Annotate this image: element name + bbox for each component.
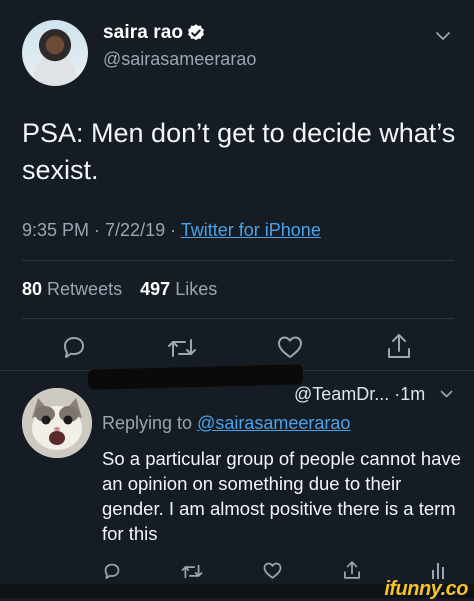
divider (22, 318, 454, 319)
replying-prefix: Replying to (102, 413, 198, 433)
tweet-meta: 9:35 PM · 7/22/19 · Twitter for iPhone (22, 220, 321, 241)
chevron-down-icon[interactable] (435, 30, 451, 42)
heart-icon[interactable] (262, 561, 283, 580)
tweet-timestamp: 9:35 PM · 7/22/19 · (22, 220, 181, 240)
tweet-stats: 80 Retweets 497 Likes (22, 279, 217, 300)
retweets-count[interactable]: 80 (22, 279, 42, 299)
reply-icon[interactable] (102, 561, 122, 581)
author-handle[interactable]: @sairasameerarao (103, 49, 256, 70)
likes-count[interactable]: 497 (140, 279, 170, 299)
heart-icon[interactable] (276, 334, 304, 360)
reply-handle-time[interactable]: @TeamDr... ·1m (294, 384, 425, 405)
share-icon[interactable] (385, 331, 413, 361)
reply-text: So a particular group of people cannot h… (102, 448, 461, 544)
share-icon[interactable] (342, 559, 362, 581)
verified-badge-icon (188, 24, 204, 41)
retweets-label[interactable]: Retweets (47, 279, 122, 299)
divider (22, 260, 454, 261)
replying-to: Replying to @sairasameerarao (102, 413, 350, 434)
cat-avatar-image (22, 388, 92, 458)
redacted-name-bar (87, 364, 304, 390)
replying-to-link[interactable]: @sairasameerarao (197, 413, 350, 433)
retweet-icon[interactable] (180, 562, 204, 581)
tweet-client-link[interactable]: Twitter for iPhone (181, 220, 321, 240)
tweet-text: PSA: Men don’t get to decide what’s sexi… (22, 118, 456, 185)
reply-avatar[interactable] (22, 388, 92, 458)
analytics-icon[interactable] (430, 561, 446, 579)
author-avatar[interactable] (22, 20, 88, 86)
reply-icon[interactable] (60, 333, 88, 361)
author-name[interactable]: saira rao (103, 22, 183, 44)
likes-label[interactable]: Likes (175, 279, 217, 299)
chevron-down-icon[interactable] (440, 389, 453, 399)
retweet-icon[interactable] (166, 335, 198, 361)
